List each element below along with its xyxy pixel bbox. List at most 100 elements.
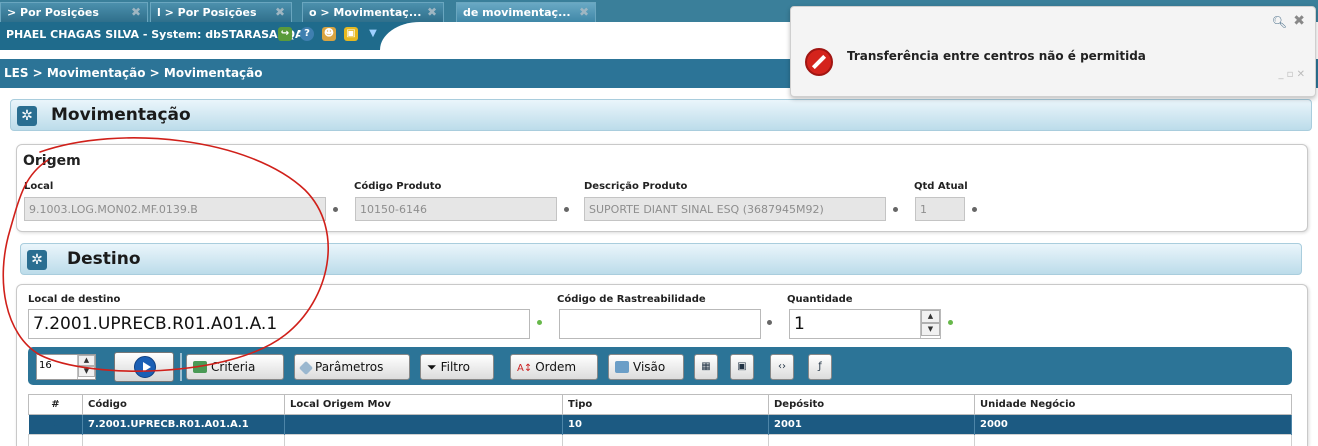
column-header[interactable]: Tipo (562, 394, 769, 415)
breadcrumb-text: LES > Movimentação > Movimentação (4, 66, 263, 80)
ordem-label: Ordem (535, 360, 577, 374)
toolbar-divider (180, 353, 182, 381)
local-destino-input[interactable]: 7.2001.UPRECB.R01.A01.A.1 (28, 309, 530, 339)
tab-por-posicoes-2[interactable]: l > Por Posições ✖ (150, 2, 292, 22)
origem-panel: Origem Local 9.1003.LOG.MON02.MF.0139.B … (16, 144, 1308, 232)
title-bar: PHAEL CHAGAS SILVA - System: dbSTARASAPQ… (0, 22, 790, 50)
codigo-produto-field: 10150-6146 (355, 197, 557, 221)
search-icon[interactable]: 🔍︎ (1272, 15, 1287, 29)
parametros-button[interactable]: Parâmetros (294, 354, 410, 380)
table-cell: 2001 (768, 414, 975, 435)
table-row[interactable]: 1 7.2001.UPRECB.R01.A01.A.1 10 2001 2000 (28, 414, 1292, 435)
user-icon[interactable]: ☻ (322, 27, 336, 41)
qtd-atual-field: 1 (915, 197, 965, 221)
filter-icon: ⏷ (427, 360, 437, 374)
local-label: Local (24, 181, 54, 192)
table-header-row: # Código Local Origem Mov Tipo Depósito … (28, 394, 1292, 415)
help-icon[interactable]: ? (300, 27, 314, 41)
descricao-produto-label: Descrição Produto (584, 181, 688, 192)
column-header[interactable]: Depósito (768, 394, 975, 415)
stepper-down-icon[interactable]: ▼ (921, 323, 940, 336)
status-dot (564, 207, 569, 212)
data-table: # Código Local Origem Mov Tipo Depósito … (28, 394, 1292, 446)
column-header[interactable]: # (28, 394, 83, 415)
codigo-produto-label: Código Produto (354, 181, 442, 192)
column-header[interactable]: Local Origem Mov (284, 394, 563, 415)
tab-movimentacao-2[interactable]: de movimentaç... ✖ (456, 2, 596, 22)
tab-label: o > Movimentaç... (309, 6, 422, 19)
rastreabilidade-input[interactable] (559, 309, 761, 339)
column-header[interactable]: Código (82, 394, 285, 415)
visao-label: Visão (633, 360, 666, 374)
local-destino-label: Local de destino (28, 294, 121, 305)
page-title: Movimentação (51, 105, 191, 125)
column-header[interactable]: Unidade Negócio (974, 394, 1292, 415)
destino-title: Destino (67, 249, 141, 269)
table-row (28, 434, 1292, 446)
quantidade-stepper[interactable]: ▲ ▼ (920, 310, 940, 338)
page-size-stepper[interactable]: 16 ▲ ▼ (36, 354, 96, 380)
lock-icon[interactable]: ▣ (344, 27, 358, 41)
close-icon[interactable]: ✖ (131, 5, 141, 19)
function-icon[interactable]: ƒ (808, 354, 832, 380)
destino-header: ✲ Destino (20, 243, 1302, 275)
rastreabilidade-label: Código de Rastreabilidade (557, 294, 706, 305)
table-cell (284, 414, 563, 435)
code-icon[interactable]: ‹› (770, 354, 794, 380)
save-icon[interactable]: ▣ (730, 354, 754, 380)
status-dot (537, 320, 542, 325)
tab-label: l > Por Posições (157, 6, 257, 19)
origem-title: Origem (23, 153, 81, 169)
page-size-spin[interactable]: ▲ ▼ (77, 355, 95, 379)
grid-toolbar: 16 ▲ ▼ Criteria Parâmetros ⏷ Filtro A↕ Ord… (28, 347, 1292, 385)
gear-icon: ✲ (17, 106, 37, 126)
page-size-value: 16 (39, 360, 52, 371)
movimentacao-header: ✲ Movimentação (10, 99, 1312, 131)
ordem-button[interactable]: A↕ Ordem (510, 354, 598, 380)
table-cell: 7.2001.UPRECB.R01.A01.A.1 (82, 414, 285, 435)
close-icon[interactable]: ✖ (275, 5, 285, 19)
notification-message: Transferência entre centros não é permit… (847, 49, 1146, 63)
sort-az-icon: A↕ (517, 363, 533, 374)
status-dot (333, 207, 338, 212)
criteria-icon (193, 361, 207, 373)
quantidade-input[interactable]: 1 ▲ ▼ (789, 309, 941, 339)
status-dot (767, 320, 772, 325)
execute-button[interactable] (114, 352, 174, 382)
tab-por-posicoes-1[interactable]: > Por Posições ✖ (0, 2, 148, 22)
error-notification: 🔍︎ ✖ Transferência entre centros não é p… (790, 6, 1316, 97)
criteria-label: Criteria (211, 360, 256, 374)
quantidade-label: Quantidade (787, 294, 853, 305)
stepper-down-icon[interactable]: ▼ (78, 366, 95, 377)
chevron-down-icon[interactable]: ▼ (366, 27, 380, 41)
error-stop-icon (805, 48, 833, 76)
filtro-label: Filtro (440, 360, 471, 374)
window-controls-icon: _ ▫ ✕ (1278, 69, 1305, 80)
status-dot (893, 207, 898, 212)
play-icon (134, 356, 156, 378)
tab-label: de movimentaç... (463, 6, 571, 19)
criteria-button[interactable]: Criteria (186, 354, 284, 380)
stepper-up-icon[interactable]: ▲ (78, 355, 95, 366)
parametros-label: Parâmetros (315, 360, 384, 374)
close-icon[interactable]: ✖ (579, 5, 589, 19)
qtd-atual-label: Qtd Atual (914, 181, 968, 192)
status-dot (948, 320, 953, 325)
exit-icon[interactable]: ↪ (278, 27, 292, 41)
table-cell: 2000 (974, 414, 1292, 435)
visao-button[interactable]: Visão (608, 354, 684, 380)
table-cell: 1 (28, 414, 83, 435)
tag-icon (298, 360, 314, 376)
status-dot (972, 207, 977, 212)
descricao-produto-field: SUPORTE DIANT SINAL ESQ (3687945M92) (584, 197, 886, 221)
tab-movimentacao-1[interactable]: o > Movimentaç... ✖ (302, 2, 444, 22)
close-icon[interactable]: ✖ (427, 5, 437, 19)
local-field: 9.1003.LOG.MON02.MF.0139.B (24, 197, 326, 221)
tab-label: > Por Posições (7, 6, 99, 19)
close-icon[interactable]: ✖ (1293, 13, 1305, 29)
user-system-label: PHAEL CHAGAS SILVA - System: dbSTARASAPQ… (6, 28, 304, 41)
grid-view-icon (615, 361, 629, 373)
filtro-button[interactable]: ⏷ Filtro (420, 354, 494, 380)
export-excel-icon[interactable]: ▦ (694, 354, 718, 380)
stepper-up-icon[interactable]: ▲ (921, 310, 940, 323)
